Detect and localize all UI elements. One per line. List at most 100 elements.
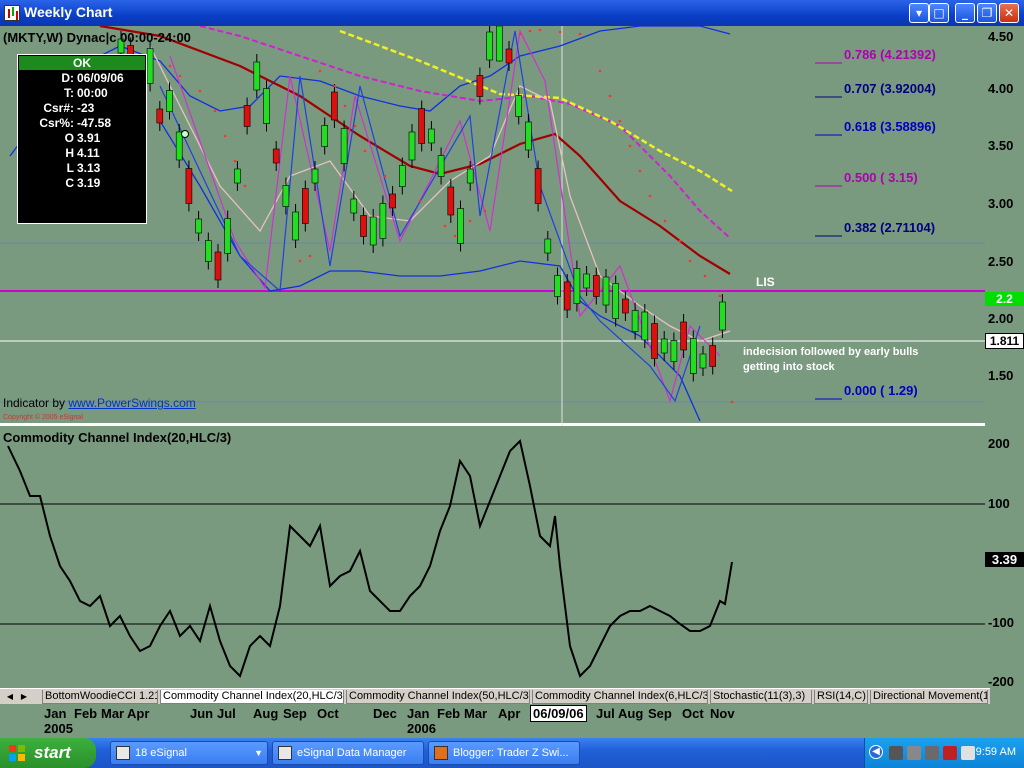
fib-level-0618: 0.618 (3.58896)	[844, 119, 936, 134]
price-axis[interactable]: 4.50 4.00 3.50 3.00 2.50 2.00 1.50 2.2 1…	[985, 26, 1024, 426]
sar-dot	[443, 224, 447, 228]
sar-dot	[363, 149, 367, 153]
link-button[interactable]: □	[929, 3, 949, 23]
info-row-open: O 3.91	[64, 131, 101, 145]
network-icon[interactable]	[889, 746, 903, 760]
info-row-close: C 3.19	[65, 176, 101, 190]
tab-scroll-right[interactable]: ▶	[18, 690, 30, 703]
candle-body	[398, 165, 406, 187]
month-label: Oct	[317, 706, 339, 721]
sar-dot	[353, 124, 357, 128]
sar-dot	[198, 89, 202, 93]
candle-body	[505, 48, 513, 64]
price-tick: 1.50	[988, 368, 1014, 383]
powerswings-link[interactable]: www.PowerSwings.com	[68, 396, 195, 410]
clock: 9:59 AM	[975, 746, 1016, 758]
info-row-cursor-pct: Csr%: -47.58	[39, 116, 112, 130]
cci-axis[interactable]: 200 100 3.39 -100 -200	[985, 426, 1024, 689]
sar-dot	[730, 400, 734, 404]
candle-body	[195, 218, 202, 234]
candle-body	[437, 155, 445, 177]
sar-dot	[618, 119, 622, 123]
chart-menu-button[interactable]: ▾	[909, 3, 929, 23]
volume-icon[interactable]	[961, 746, 975, 760]
window-title: Weekly Chart	[24, 4, 113, 20]
sar-dot	[223, 134, 227, 138]
printer-icon[interactable]	[925, 746, 939, 760]
tab-stochastic[interactable]: Stochastic(11(3),3)	[710, 690, 812, 704]
fib-level-0382: 0.382 (2.71104)	[844, 220, 936, 235]
candle-body	[660, 338, 668, 354]
candle-body	[224, 218, 231, 254]
month-label: Jan	[44, 706, 67, 721]
tab-directional-movement[interactable]: Directional Movement(1	[870, 690, 988, 704]
display-icon[interactable]	[907, 746, 921, 760]
security-icon[interactable]	[943, 746, 957, 760]
close-button[interactable]: ✕	[999, 3, 1019, 23]
candle-body	[301, 188, 309, 224]
chart-company-name: Dynac	[66, 30, 106, 45]
task-esignal[interactable]: 18 eSignal ▼	[110, 741, 268, 765]
tab-cci-6[interactable]: Commodity Channel Index(6,HLC/3)	[532, 690, 708, 704]
tray-expand-icon[interactable]: ◀	[869, 745, 883, 759]
sar-dot	[168, 64, 172, 68]
sar-dot	[608, 94, 612, 98]
candle-body	[486, 31, 493, 61]
month-label: Sep	[648, 706, 672, 721]
cci-title: Commodity Channel Index(20,HLC/3)	[3, 430, 232, 445]
annotation-line-2: getting into stock	[743, 361, 835, 373]
sar-dot	[298, 259, 302, 263]
taskbar: start 18 eSignal ▼ eSignal Data Manager …	[0, 738, 1024, 768]
current-price-box: 2.2	[985, 292, 1024, 306]
candle-body	[205, 240, 212, 262]
price-tick: 3.00	[988, 196, 1014, 211]
sar-dot	[648, 194, 652, 198]
candle-body	[457, 208, 464, 244]
candle-body	[447, 186, 455, 216]
month-label: Dec	[373, 706, 397, 721]
candle-body	[389, 193, 396, 209]
candle-body	[428, 128, 435, 144]
restore-button[interactable]: ❐	[977, 3, 997, 23]
candle-body	[340, 128, 348, 164]
sar-dot	[518, 32, 522, 36]
price-tick: 2.00	[988, 311, 1014, 326]
month-label: Nov	[710, 706, 735, 721]
start-button[interactable]: start	[0, 738, 96, 768]
candle-body	[534, 168, 542, 204]
candle-body	[292, 211, 299, 241]
candle-body	[243, 105, 251, 127]
candle-body	[573, 268, 581, 304]
chart-header: (MKTY,W) Dynac|c 00:00-24:00	[3, 30, 191, 45]
annotation-line-1: indecision followed by early bulls	[743, 346, 919, 358]
cursor-info-box: OK D: 06/09/06 T: 00:00 Csr#: -23 Csr%: -47.…	[17, 54, 147, 224]
candle-body	[331, 91, 338, 121]
candle-body	[525, 121, 532, 151]
candle-body	[583, 273, 590, 289]
tab-cci-20[interactable]: Commodity Channel Index(20,HLC/3)	[160, 690, 344, 704]
candle-body	[670, 340, 678, 362]
cci-tick: 100	[988, 496, 1010, 511]
candle-body	[622, 298, 629, 314]
tab-scroll-left[interactable]: ◀	[4, 690, 16, 703]
chart-area[interactable]: (MKTY,W) Dynac|c 00:00-24:00 OK D: 06/09/…	[0, 26, 1024, 689]
candle-body	[156, 108, 164, 124]
tab-cci-50[interactable]: Commodity Channel Index(50,HLC/3)	[346, 690, 530, 704]
date-axis[interactable]: Jan Feb Mar Apr Jun Jul Aug Sep Oct Dec …	[0, 704, 1024, 738]
minimize-button[interactable]: _	[955, 3, 975, 23]
cursor-price-box: 1.811	[985, 333, 1024, 349]
tab-bottomwoodiecci[interactable]: BottomWoodieCCI 1.21	[42, 690, 158, 704]
candle-body	[263, 88, 270, 124]
sar-dot	[418, 199, 422, 203]
task-esignal-data-manager[interactable]: eSignal Data Manager	[272, 741, 424, 765]
tab-rsi[interactable]: RSI(14,C)	[814, 690, 868, 704]
month-label: Jul	[217, 706, 236, 721]
start-label: start	[34, 743, 71, 762]
task-group-dropdown-icon: ▼	[254, 748, 263, 758]
candle-body	[282, 185, 290, 207]
candle-body	[612, 283, 620, 319]
month-label: Feb	[74, 706, 98, 721]
candle-body	[408, 131, 416, 161]
task-blogger[interactable]: Blogger: Trader Z Swi...	[428, 741, 580, 765]
candle-body	[321, 125, 329, 147]
